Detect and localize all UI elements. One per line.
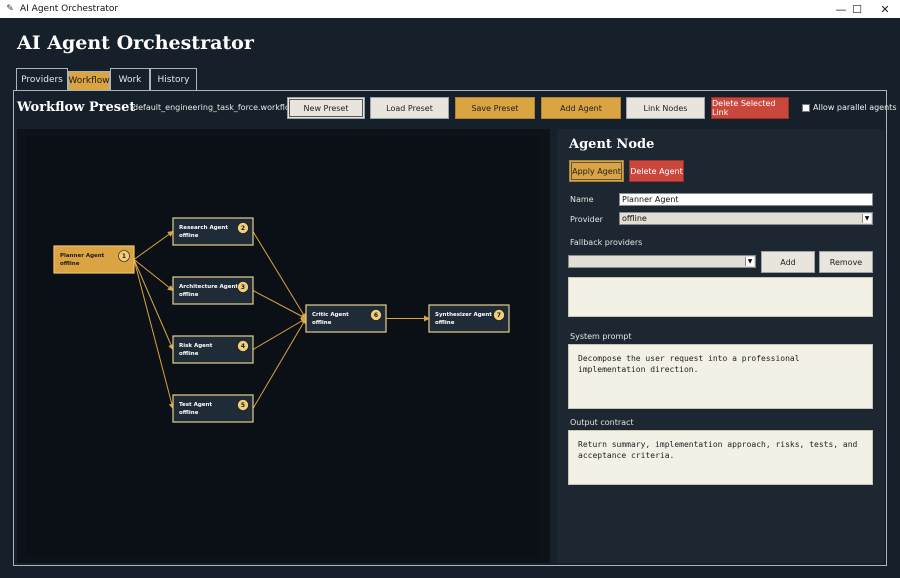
- fallback-provider-select[interactable]: ▼: [568, 255, 756, 268]
- workflow-link-1-3[interactable]: [133, 259, 174, 292]
- window-titlebar: ✎ AI Agent Orchestrator — ☐ ✕: [0, 0, 900, 18]
- provider-label: Provider: [570, 215, 603, 224]
- agent-node-title: Agent Node: [569, 137, 655, 152]
- allow-parallel-checkbox[interactable]: [802, 103, 810, 112]
- add-fallback-button[interactable]: Add: [761, 251, 815, 273]
- provider-select-value: offline: [622, 214, 647, 223]
- workflow-node-provider: offline: [435, 320, 455, 326]
- workflow-node-number: 6: [374, 312, 378, 319]
- window-title: AI Agent Orchestrator: [20, 4, 119, 14]
- remove-fallback-button[interactable]: Remove: [819, 251, 873, 273]
- system-prompt-label: System prompt: [570, 332, 632, 341]
- link-nodes-button[interactable]: Link Nodes: [626, 97, 705, 119]
- workflow-node-7[interactable]: Synthesizer Agent offline 7: [428, 304, 510, 333]
- workflow-node-4[interactable]: Risk Agent offline 4: [172, 335, 254, 364]
- workflow-node-number: 2: [241, 225, 245, 232]
- workflow-node-provider: offline: [60, 261, 80, 267]
- workflow-graph[interactable]: Planner Agent offline 1 Research Agent offli…: [26, 136, 540, 557]
- workflow-node-name: Risk Agent: [179, 343, 213, 349]
- workflow-node-number: 7: [497, 312, 501, 319]
- workflow-link-1-2[interactable]: [133, 230, 174, 260]
- fallback-providers-list[interactable]: [568, 277, 873, 317]
- workflow-link-5-6[interactable]: [252, 317, 307, 409]
- workflow-node-provider: offline: [179, 351, 199, 357]
- save-preset-button[interactable]: Save Preset: [455, 97, 535, 119]
- workflow-node-number: 4: [241, 343, 245, 350]
- workflow-node-number: 3: [241, 284, 245, 291]
- workflow-link-2-6[interactable]: [252, 231, 307, 320]
- workflow-link-1-5[interactable]: [133, 259, 175, 410]
- workflow-node-name: Architecture Agent: [179, 284, 238, 290]
- output-contract-label: Output contract: [570, 418, 634, 427]
- workflow-node-provider: offline: [312, 320, 332, 326]
- tab-providers[interactable]: Providers: [16, 68, 68, 90]
- allow-parallel-toggle[interactable]: Allow parallel agents: [802, 103, 896, 112]
- delete-selected-link-button[interactable]: Delete Selected Link: [711, 97, 789, 119]
- chevron-down-icon: ▼: [862, 214, 871, 223]
- chevron-down-icon: ▼: [745, 257, 754, 266]
- workflow-node-1[interactable]: Planner Agent offline 1: [53, 245, 135, 274]
- workflow-node-provider: offline: [179, 410, 199, 416]
- tab-work[interactable]: Work: [110, 68, 150, 90]
- workflow-node-name: Test Agent: [179, 402, 212, 408]
- feather-icon: ✎: [6, 4, 14, 14]
- workflow-node-provider: offline: [179, 292, 199, 298]
- workflow-node-provider: offline: [179, 233, 199, 239]
- workflow-node-number: 1: [122, 253, 126, 260]
- load-preset-button[interactable]: Load Preset: [370, 97, 449, 119]
- workflow-node-number: 5: [241, 402, 245, 409]
- workflow-link-4-6[interactable]: [252, 317, 307, 350]
- workflow-node-6[interactable]: Critic Agent offline 6: [305, 304, 387, 333]
- close-button[interactable]: ✕: [870, 0, 900, 18]
- workflow-node-name: Research Agent: [179, 225, 228, 231]
- workflow-node-name: Synthesizer Agent: [435, 312, 492, 318]
- workflow-node-2[interactable]: Research Agent offline 2: [172, 217, 254, 246]
- provider-select[interactable]: offline ▼: [619, 212, 873, 225]
- system-prompt-textarea[interactable]: Decompose the user request into a profes…: [568, 344, 873, 409]
- workflow-link-1-4[interactable]: [133, 259, 174, 351]
- agent-name-input[interactable]: Planner Agent: [619, 193, 873, 206]
- name-label: Name: [570, 195, 594, 204]
- workflow-node-name: Planner Agent: [60, 253, 105, 259]
- new-preset-button[interactable]: New Preset: [287, 97, 365, 119]
- workflow-node-3[interactable]: Architecture Agent offline 3: [172, 276, 254, 305]
- allow-parallel-label: Allow parallel agents: [813, 103, 897, 112]
- delete-agent-button[interactable]: Delete Agent: [629, 160, 684, 182]
- output-contract-textarea[interactable]: Return summary, implementation approach,…: [568, 430, 873, 485]
- workflow-node-name: Critic Agent: [312, 312, 349, 318]
- maximize-button[interactable]: ☐: [842, 0, 872, 18]
- tab-workflow[interactable]: Workflow: [68, 71, 110, 90]
- workflow-node-5[interactable]: Test Agent offline 5: [172, 394, 254, 423]
- add-agent-button[interactable]: Add Agent: [541, 97, 621, 119]
- workflow-preset-title: Workflow Preset: [17, 100, 136, 115]
- app-title: AI Agent Orchestrator: [17, 32, 254, 54]
- apply-agent-button[interactable]: Apply Agent: [569, 160, 624, 182]
- tab-history[interactable]: History: [150, 68, 197, 90]
- app-window: ✎ AI Agent Orchestrator — ☐ ✕ AI Agent O…: [0, 0, 900, 578]
- fallback-providers-label: Fallback providers: [570, 238, 643, 247]
